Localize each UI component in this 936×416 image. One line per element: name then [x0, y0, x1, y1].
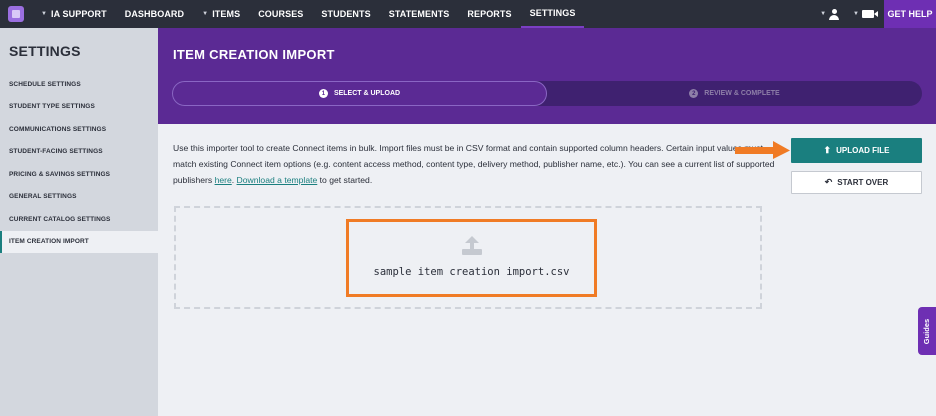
download-template-link[interactable]: Download a template [237, 175, 318, 185]
nav-students-label: STUDENTS [321, 9, 371, 19]
publishers-link[interactable]: here [215, 175, 232, 185]
description-end: to get started. [317, 175, 373, 185]
nav-dashboard-label: DASHBOARD [124, 9, 185, 19]
page-header: ITEM CREATION IMPORT 1 SELECT & UPLOAD 2… [158, 28, 936, 124]
nav-ia-support[interactable]: ▼ IA SUPPORT [32, 0, 116, 28]
undo-icon: ↶ [824, 177, 833, 187]
nav-statements[interactable]: STATEMENTS [380, 0, 459, 28]
sidebar-item-student-type-settings[interactable]: STUDENT TYPE SETTINGS [0, 96, 158, 119]
step-label: REVIEW & COMPLETE [704, 90, 780, 97]
sidebar-item-general-settings[interactable]: GENERAL SETTINGS [0, 186, 158, 209]
page-title: ITEM CREATION IMPORT [173, 47, 335, 62]
chevron-down-icon: ▼ [820, 11, 827, 17]
file-name: sample item creation import.csv [373, 266, 570, 278]
sidebar-item-current-catalog-settings[interactable]: CURRENT CATALOG SETTINGS [0, 208, 158, 231]
video-icon [862, 10, 878, 18]
step-number: 1 [318, 89, 328, 98]
nav-dashboard[interactable]: DASHBOARD [116, 0, 193, 28]
guides-tab[interactable]: Guides [918, 307, 936, 355]
settings-sidebar: SETTINGS SCHEDULE SETTINGS STUDENT TYPE … [0, 28, 158, 416]
upload-icon: ⬆ [823, 145, 832, 155]
sidebar-item-student-facing-settings[interactable]: STUDENT-FACING SETTINGS [0, 141, 158, 164]
nav-courses-label: COURSES [258, 9, 304, 19]
start-over-button[interactable]: ↶ START OVER [791, 171, 922, 194]
nav-settings[interactable]: SETTINGS [520, 0, 585, 28]
sidebar-item-item-creation-import[interactable]: ITEM CREATION IMPORT [0, 230, 158, 253]
upload-icon [461, 236, 482, 256]
user-icon [829, 8, 840, 20]
nav-students[interactable]: STUDENTS [312, 0, 379, 28]
nav-right-group: ▼ ▼ GET HELP [813, 0, 936, 28]
sidebar-title: SETTINGS [9, 43, 81, 59]
step-number: 2 [689, 89, 699, 98]
sidebar-item-pricing-savings-settings[interactable]: PRICING & SAVINGS SETTINGS [0, 163, 158, 186]
chevron-down-icon: ▼ [853, 11, 859, 17]
sidebar-item-schedule-settings[interactable]: SCHEDULE SETTINGS [0, 73, 158, 96]
start-over-label: START OVER [837, 178, 889, 187]
main-content: ITEM CREATION IMPORT 1 SELECT & UPLOAD 2… [158, 28, 936, 416]
nav-items[interactable]: ▼ ITEMS [193, 0, 249, 28]
cube-logo-icon [8, 6, 24, 22]
app-logo[interactable] [0, 0, 32, 28]
nav-courses[interactable]: COURSES [249, 0, 312, 28]
nav-reports-label: REPORTS [467, 9, 512, 19]
nav-ia-support-label: IA SUPPORT [51, 9, 107, 19]
import-description: Use this importer tool to create Connect… [173, 140, 775, 188]
chevron-down-icon: ▼ [41, 11, 48, 17]
guides-label: Guides [922, 318, 932, 344]
get-help-button[interactable]: GET HELP [884, 0, 936, 28]
step-label: SELECT & UPLOAD [333, 90, 401, 97]
nav-reports[interactable]: REPORTS [458, 0, 520, 28]
chevron-down-icon: ▼ [202, 11, 209, 17]
upload-file-label: UPLOAD FILE [836, 146, 890, 155]
import-stepper: 1 SELECT & UPLOAD 2 REVIEW & COMPLETE [172, 81, 922, 106]
top-navigation: ▼ IA SUPPORT DASHBOARD ▼ ITEMS COURSES STU… [0, 0, 936, 28]
nav-statements-label: STATEMENTS [388, 9, 450, 19]
user-menu[interactable]: ▼ [813, 0, 846, 28]
step-select-upload[interactable]: 1 SELECT & UPLOAD [172, 81, 547, 106]
upload-file-button[interactable]: ⬆ UPLOAD FILE [791, 138, 922, 163]
selected-file[interactable]: sample item creation import.csv [346, 219, 597, 297]
step-review-complete[interactable]: 2 REVIEW & COMPLETE [547, 81, 922, 106]
video-menu[interactable]: ▼ [846, 0, 884, 28]
orange-arrow-icon [735, 141, 790, 159]
nav-items-label: ITEMS [212, 9, 241, 19]
nav-settings-label: SETTINGS [529, 8, 576, 18]
sidebar-item-communications-settings[interactable]: COMMUNICATIONS SETTINGS [0, 118, 158, 141]
